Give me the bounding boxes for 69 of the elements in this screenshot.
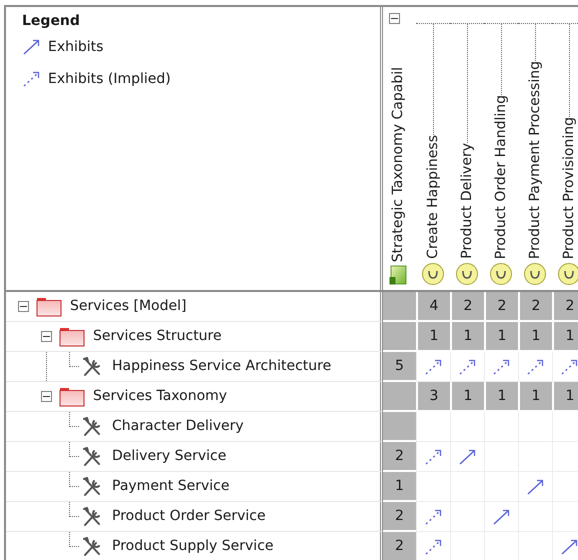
matrix-cell: 2 <box>484 292 518 322</box>
total-cell <box>383 322 416 352</box>
total-cell <box>383 382 416 412</box>
column-header[interactable]: Product Payment Processing <box>526 60 544 259</box>
column-header[interactable]: Strategic Taxonomy Capabil <box>389 66 408 262</box>
matrix-cell: 3 <box>416 382 450 412</box>
folder-icon <box>59 326 85 346</box>
expand-toggle[interactable] <box>41 331 52 342</box>
matrix-cell: 1 <box>518 382 552 412</box>
total-cell: 2 <box>383 502 416 532</box>
tree-item[interactable]: Payment Service <box>112 476 230 497</box>
matrix-cell: 1 <box>484 382 518 412</box>
capability-icon <box>455 262 479 286</box>
tree-item[interactable]: Delivery Service <box>112 446 226 467</box>
dashed-arrow-icon <box>526 358 546 376</box>
matrix-cell: 1 <box>416 322 450 352</box>
taxonomy-icon <box>389 265 407 285</box>
capability-icon <box>523 262 547 286</box>
legend-label: Exhibits (Implied) <box>48 70 171 88</box>
total-cell <box>383 412 416 442</box>
dashed-arrow-icon <box>560 358 578 376</box>
arrow-icon <box>22 38 42 56</box>
total-cell: 2 <box>383 532 416 560</box>
matrix-cell: 2 <box>450 292 484 322</box>
arrow-icon <box>492 508 512 526</box>
total-cell: 1 <box>383 472 416 502</box>
tree-item[interactable]: Product Order Service <box>112 506 266 527</box>
matrix-cell: 1 <box>552 322 578 352</box>
legend-label: Exhibits <box>48 38 104 56</box>
matrix-cell: 1 <box>518 322 552 352</box>
capability-icon <box>421 262 445 286</box>
folder-icon <box>59 386 85 406</box>
dashed-arrow-icon <box>492 358 512 376</box>
total-cell <box>383 292 416 322</box>
tree-item[interactable]: Services Taxonomy <box>93 386 228 407</box>
expand-toggle[interactable] <box>41 391 52 402</box>
matrix-cell: 2 <box>552 292 578 322</box>
capability-icon <box>489 262 513 286</box>
total-cell: 5 <box>383 352 416 382</box>
expand-toggle[interactable] <box>18 301 29 312</box>
tree-item[interactable]: Services [Model] <box>70 296 186 317</box>
matrix-cell: 1 <box>552 382 578 412</box>
arrow-icon <box>560 538 578 556</box>
matrix-cell: 1 <box>484 322 518 352</box>
capability-icon <box>557 262 578 286</box>
tree-item[interactable]: Services Structure <box>93 326 222 347</box>
dashed-arrow-icon <box>458 358 478 376</box>
column-header[interactable]: Product Order Handling <box>492 94 510 259</box>
dashed-arrow-icon <box>22 70 42 88</box>
column-header[interactable]: Product Provisioning <box>560 116 578 259</box>
dashed-arrow-icon <box>424 538 444 556</box>
tree-item[interactable]: Happiness Service Architecture <box>112 356 332 377</box>
tree-item[interactable]: Product Supply Service <box>112 536 274 557</box>
matrix-cell: 1 <box>450 322 484 352</box>
dashed-arrow-icon <box>424 358 444 376</box>
arrow-icon <box>458 448 478 466</box>
legend-title: Legend <box>22 12 81 31</box>
column-header[interactable]: Product Delivery <box>458 143 476 259</box>
column-header[interactable]: Create Happiness <box>424 135 442 259</box>
total-cell: 2 <box>383 442 416 472</box>
folder-icon <box>36 296 62 316</box>
matrix-cell: 1 <box>450 382 484 412</box>
matrix-cell: 2 <box>518 292 552 322</box>
dashed-arrow-icon <box>424 508 444 526</box>
arrow-icon <box>526 478 546 496</box>
expand-toggle[interactable] <box>389 13 400 24</box>
dashed-arrow-icon <box>424 448 444 466</box>
matrix-cell: 4 <box>416 292 450 322</box>
tree-item[interactable]: Character Delivery <box>112 416 244 437</box>
